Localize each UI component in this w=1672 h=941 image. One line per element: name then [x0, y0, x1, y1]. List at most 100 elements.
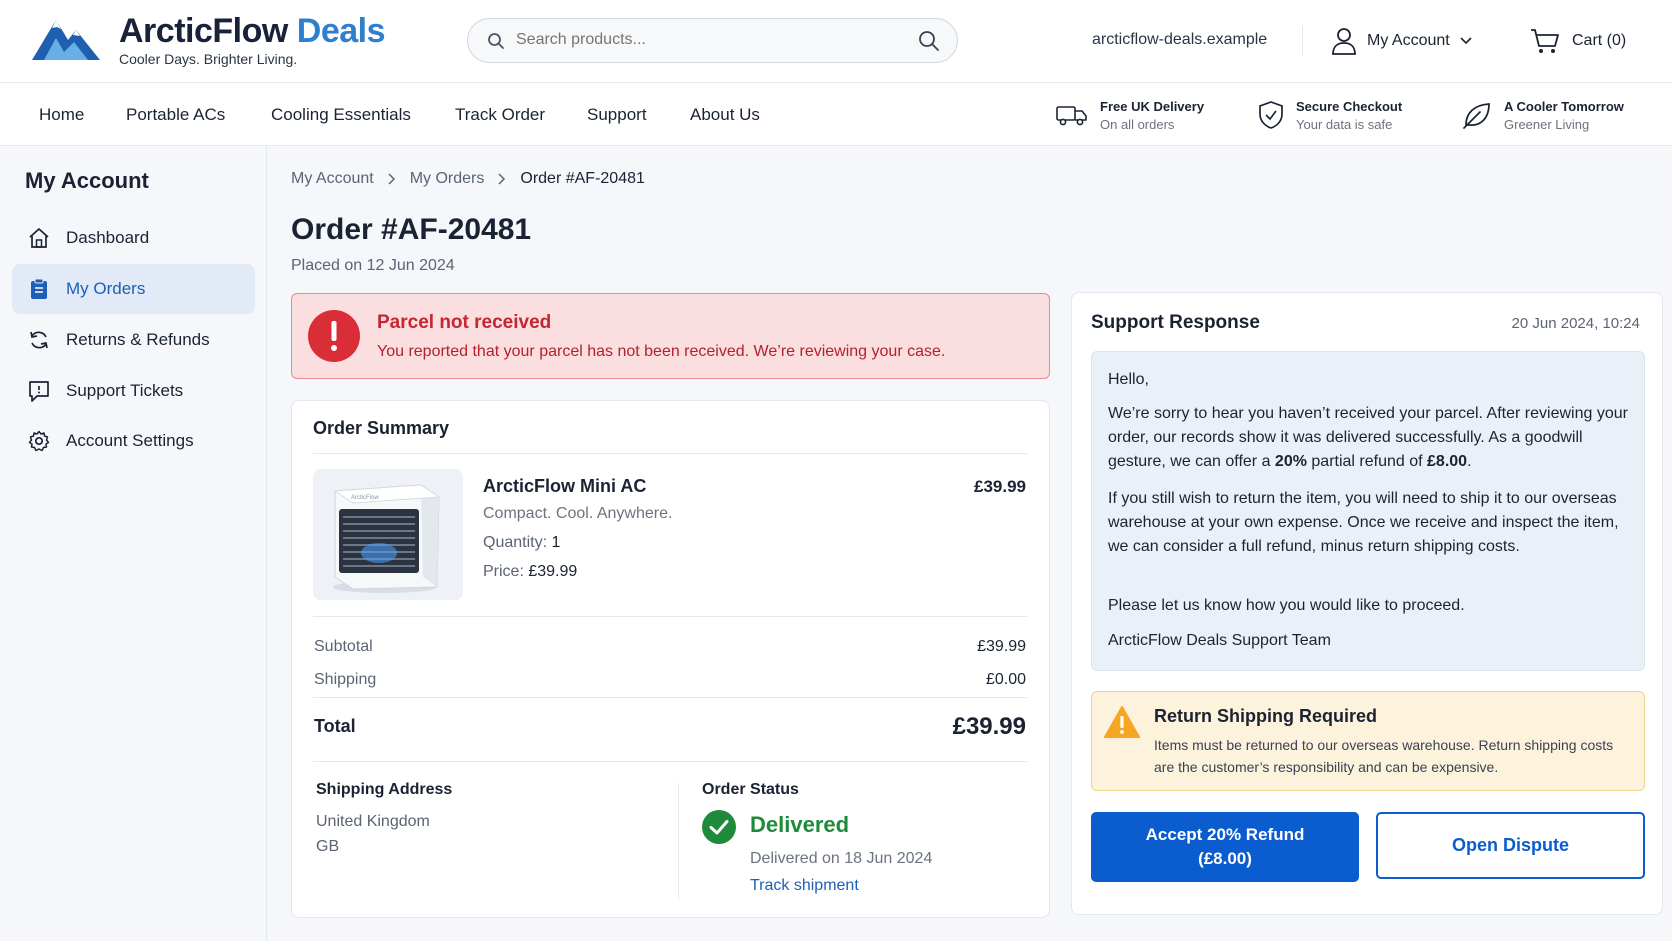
logo-mountains-icon[interactable] [30, 14, 102, 62]
return-shipping-warning: Return Shipping Required Items must be r… [1091, 691, 1645, 791]
shipping-address-line: GB [316, 838, 340, 855]
product-price: Price: £39.99 [483, 563, 578, 580]
main-navigation: Home Portable ACs Cooling Essentials Tra… [0, 83, 1672, 146]
order-status-title: Order Status [702, 781, 799, 798]
clipboard-icon [28, 278, 50, 300]
button-label-line: (£8.00) [1198, 849, 1252, 868]
total-label: Total [314, 716, 356, 736]
product-image[interactable]: ArcticFlow [313, 469, 463, 600]
alert-text: You reported that your parcel has not be… [377, 343, 946, 360]
cart-button[interactable]: Cart (0) [1530, 23, 1626, 59]
product-line-amount: £39.99 [974, 477, 1026, 496]
search-submit-icon[interactable] [918, 30, 940, 52]
message-paragraph: We’re sorry to hear you haven’t received… [1108, 405, 1628, 470]
divider [313, 616, 1027, 617]
sidebar-item-account-settings[interactable]: Account Settings [12, 416, 255, 466]
header-divider [1302, 26, 1303, 56]
account-menu-button[interactable]: My Account [1331, 23, 1472, 59]
order-status-value: Delivered [750, 812, 850, 837]
message-paragraph: If you still wish to return the item, yo… [1108, 490, 1619, 555]
cart-label: Cart (0) [1572, 32, 1627, 49]
sidebar-item-support-tickets[interactable]: Support Tickets [12, 366, 255, 416]
feature-title: Secure Checkout [1296, 98, 1403, 114]
total-value: £39.99 [952, 713, 1026, 740]
chevron-down-icon [1460, 37, 1472, 45]
nav-cooling-essentials[interactable]: Cooling Essentials [271, 105, 411, 125]
parcel-alert: Parcel not received You reported that yo… [291, 293, 1050, 379]
support-response-card: Support Response 20 Jun 2024, 10:24 Hell… [1071, 292, 1663, 915]
order-summary-title: Order Summary [313, 418, 450, 438]
truck-icon [1056, 103, 1088, 127]
warning-text: Items must be returned to our overseas w… [1154, 737, 1614, 775]
brand-tagline: Cooler Days. Brighter Living. [119, 51, 298, 67]
product-quantity: Quantity: 1 [483, 534, 561, 551]
order-summary-card: Order Summary ArcticFlow ArcticFlow Mini… [291, 400, 1050, 918]
shield-icon [1258, 100, 1284, 130]
home-icon [28, 227, 50, 249]
product-tagline: Compact. Cool. Anywhere. [483, 505, 673, 522]
message-greeting: Hello, [1108, 371, 1149, 388]
support-message: Hello, We’re sorry to hear you haven’t r… [1091, 351, 1645, 671]
sidebar-item-returns-refunds[interactable]: Returns & Refunds [12, 315, 255, 365]
sidebar-title: My Account [25, 168, 149, 193]
brand-name[interactable]: ArcticFlow Deals [119, 12, 386, 51]
sidebar-item-label: Account Settings [66, 431, 194, 450]
nav-support[interactable]: Support [587, 105, 647, 125]
sidebar-item-my-orders[interactable]: My Orders [12, 264, 255, 314]
delivered-date: Delivered on 18 Jun 2024 [750, 850, 933, 867]
search-input[interactable] [516, 31, 896, 49]
divider [313, 761, 1027, 762]
nav-track-order[interactable]: Track Order [455, 105, 545, 125]
feature-subtitle: Your data is safe [1296, 116, 1393, 132]
sidebar-item-label: Dashboard [66, 228, 150, 247]
leaf-icon [1462, 101, 1492, 129]
exclamation-icon [308, 310, 360, 362]
alert-title: Parcel not received [377, 312, 552, 333]
track-shipment-link[interactable]: Track shipment [750, 877, 859, 895]
feature-free-delivery: Free UK Delivery On all orders [1056, 97, 1204, 133]
vertical-divider [678, 783, 679, 899]
product-name[interactable]: ArcticFlow Mini AC [483, 476, 646, 497]
search-icon [487, 32, 505, 50]
order-placed-date: Placed on 12 Jun 2024 [291, 257, 455, 274]
accept-refund-button[interactable]: Accept 20% Refund (£8.00) [1091, 812, 1359, 882]
account-label: My Account [1367, 32, 1450, 49]
breadcrumb-my-account[interactable]: My Account [291, 170, 374, 188]
breadcrumb-my-orders[interactable]: My Orders [410, 170, 485, 188]
message-paragraph: Please let us know how you would like to… [1108, 597, 1465, 614]
user-icon [1331, 27, 1357, 55]
search-bar[interactable] [467, 18, 958, 63]
shipping-label: Shipping [314, 671, 377, 688]
sidebar-item-label: Returns & Refunds [66, 330, 210, 349]
site-header: ArcticFlow Deals Cooler Days. Brighter L… [0, 0, 1672, 83]
chevron-right-icon [498, 173, 506, 185]
divider [313, 453, 1027, 454]
warning-title: Return Shipping Required [1154, 706, 1377, 726]
ticket-icon [28, 380, 50, 402]
support-response-title: Support Response [1091, 312, 1260, 333]
divider [313, 697, 1027, 698]
shipping-address-line: United Kingdom [316, 813, 430, 830]
feature-title: Free UK Delivery [1100, 98, 1205, 114]
nav-home[interactable]: Home [39, 105, 84, 125]
check-circle-icon [702, 810, 736, 844]
sidebar-item-dashboard[interactable]: Dashboard [12, 213, 255, 263]
subtotal-label: Subtotal [314, 638, 373, 655]
refresh-icon [28, 329, 50, 351]
nav-portable-acs[interactable]: Portable ACs [126, 105, 225, 125]
account-sidebar: My Account Dashboard My Orders Returns &… [0, 146, 267, 941]
subtotal-value: £39.99 [977, 638, 1026, 655]
sidebar-item-label: Support Tickets [66, 381, 184, 400]
feature-cooler-tomorrow: A Cooler Tomorrow Greener Living [1462, 97, 1624, 133]
cart-icon [1530, 27, 1560, 55]
feature-subtitle: On all orders [1100, 116, 1175, 132]
nav-about-us[interactable]: About Us [690, 105, 760, 125]
shipping-address-title: Shipping Address [316, 781, 453, 798]
product-image-brand: ArcticFlow [351, 495, 379, 501]
page-title: Order #AF-20481 [291, 213, 532, 246]
feature-secure-checkout: Secure Checkout Your data is safe [1258, 97, 1402, 133]
open-dispute-button[interactable]: Open Dispute [1376, 812, 1645, 879]
sidebar-item-label: My Orders [66, 279, 146, 298]
shipping-value: £0.00 [985, 671, 1026, 688]
chevron-right-icon [388, 173, 396, 185]
